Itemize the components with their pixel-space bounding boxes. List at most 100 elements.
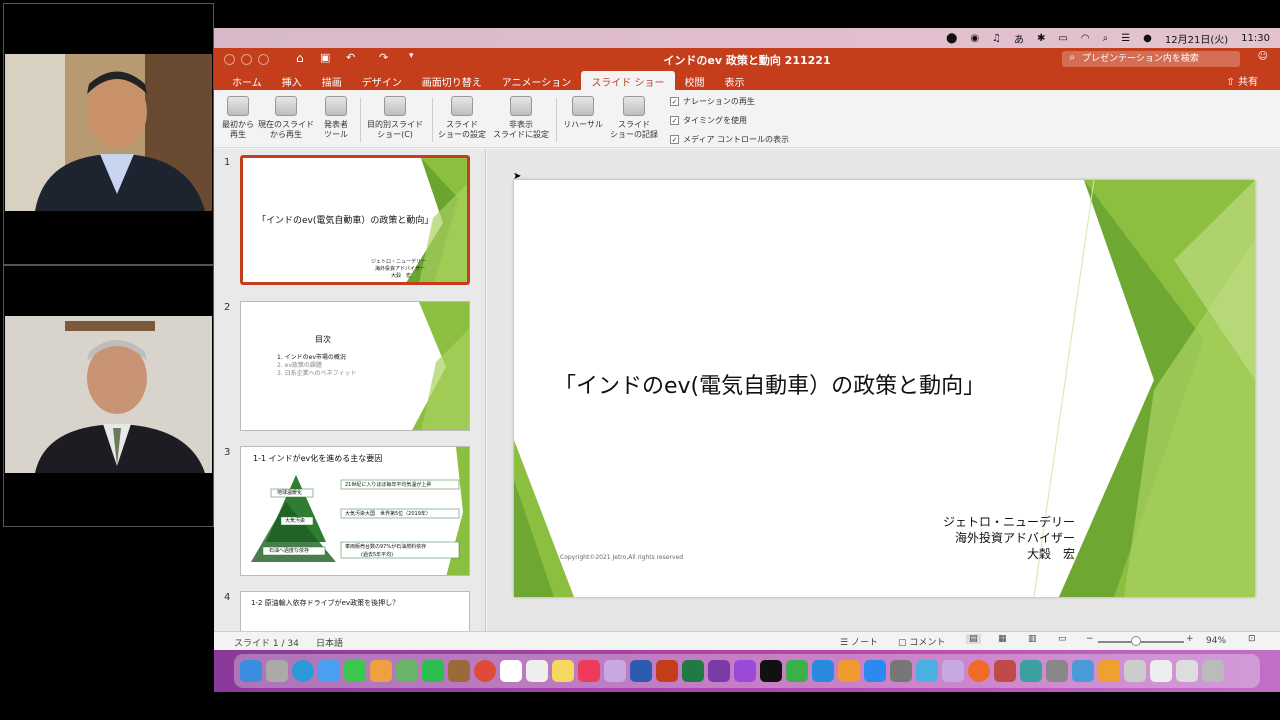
slide-thumbnail-2[interactable]: 目次 1. インドのev市場の概況 2. ev政策の課題 3. 日系企業へのベネ… [240, 301, 470, 431]
thumb-1-author-3: 大穀 宏 [391, 273, 412, 279]
record-show-button[interactable]: スライド ショーの記録 [608, 96, 660, 140]
input-method-icon[interactable] [994, 660, 1016, 682]
pages-icon[interactable] [838, 660, 860, 682]
slide-title[interactable]: 「インドのev(電気自動車）の政策と動向」 [554, 368, 985, 400]
mail-icon[interactable] [318, 660, 340, 682]
language-indicator[interactable]: 日本語 [316, 636, 343, 649]
document-icon[interactable] [1150, 660, 1172, 682]
zoom-slider[interactable] [1098, 641, 1184, 643]
current-slide[interactable]: 「インドのev(電気自動車）の政策と動向」 ジェトロ・ニューデリー 海外投資アド… [514, 180, 1255, 597]
calendar-icon[interactable] [500, 660, 522, 682]
zoom-slider-thumb[interactable] [1131, 636, 1141, 646]
facetime-icon[interactable] [422, 660, 444, 682]
tab-insert[interactable]: 挿入 [272, 71, 312, 90]
slide-thumbnail-4[interactable]: 1-2 原油輸入依存ドライブがev政策を後押し？ [240, 591, 470, 631]
share-button[interactable]: ⇧ 共有 [1226, 73, 1258, 88]
use-timings-checkbox[interactable]: ✓ タイミングを使用 [670, 115, 747, 126]
tab-animations[interactable]: アニメーション [492, 71, 582, 90]
wifi-icon[interactable]: ◠ [1081, 33, 1090, 44]
reminders-icon[interactable] [526, 660, 548, 682]
tab-transitions[interactable]: 画面切り替え [412, 71, 492, 90]
tab-review[interactable]: 校閲 [675, 71, 715, 90]
media-controls-checkbox[interactable]: ✓ メディア コントロールの表示 [670, 134, 789, 145]
zoom-out-button[interactable]: − [1086, 634, 1094, 644]
menubar-date[interactable]: 12月21日(火) [1165, 31, 1228, 46]
chrome-icon[interactable] [474, 660, 496, 682]
folder-icon[interactable] [1124, 660, 1146, 682]
launchpad-icon[interactable] [266, 660, 288, 682]
search-input[interactable]: プレゼンテーション内を検索 [1062, 51, 1240, 67]
presenter-view-button[interactable]: 発表者 ツール [318, 96, 354, 140]
slide-thumbnails-pane[interactable]: 1 「インドのev(電気自動車）の政策と動向」 ジェトロ・ニューデリー 海外投資… [214, 149, 486, 631]
comments-button[interactable]: ▢ コメント [898, 635, 945, 648]
app-icon[interactable] [1098, 660, 1120, 682]
word-icon[interactable] [630, 660, 652, 682]
play-narration-checkbox[interactable]: ✓ ナレーションの再生 [670, 96, 755, 107]
menubar-time[interactable]: 11:30 [1241, 33, 1270, 44]
firefox-icon[interactable] [968, 660, 990, 682]
app-icon[interactable] [916, 660, 938, 682]
maps-icon[interactable] [396, 660, 418, 682]
reading-view-icon[interactable]: ▥ [1028, 634, 1037, 644]
slide-sorter-icon[interactable]: ▦ [998, 634, 1007, 644]
numbers-icon[interactable] [786, 660, 808, 682]
spotlight-search-icon[interactable]: ⌕ [1103, 33, 1109, 44]
app-icon[interactable] [1072, 660, 1094, 682]
tab-design[interactable]: デザイン [352, 71, 412, 90]
slide-thumbnail-3[interactable]: 1-1 インドがev化を進める主な要因 地球温暖化 大気汚染 石油へ過度な依存 … [240, 446, 470, 576]
notes-button[interactable]: ☰ ノート [840, 635, 878, 648]
onenote-icon[interactable] [708, 660, 730, 682]
tv-icon[interactable] [760, 660, 782, 682]
control-center-icon[interactable]: ☰ [1121, 33, 1130, 44]
app-icon-2[interactable]: ◉ [970, 33, 979, 44]
thumb-number: 2 [224, 302, 231, 313]
window-icon[interactable] [1176, 660, 1198, 682]
battery-icon[interactable]: ▭ [1058, 33, 1067, 44]
powerpoint-icon[interactable] [656, 660, 678, 682]
tab-view[interactable]: 表示 [715, 71, 755, 90]
app-icon[interactable] [1020, 660, 1042, 682]
tab-home[interactable]: ホーム [222, 71, 272, 90]
zoom-level[interactable]: 94% [1206, 636, 1226, 646]
rehearse-button[interactable]: リハーサル [560, 96, 606, 130]
help-icon[interactable] [604, 660, 626, 682]
slideshow-view-icon[interactable]: ▭ [1058, 634, 1067, 644]
settings-icon[interactable] [890, 660, 912, 682]
app-icon[interactable] [448, 660, 470, 682]
play-from-current-button[interactable]: 現在のスライド から再生 [258, 96, 314, 140]
play-from-start-button[interactable]: 最初から 再生 [220, 96, 256, 140]
setup-show-button[interactable]: スライド ショーの設定 [436, 96, 488, 140]
music-icon[interactable] [578, 660, 600, 682]
trash-icon[interactable] [1202, 660, 1224, 682]
tab-slideshow[interactable]: スライド ショー [581, 71, 675, 90]
thumb-2-item-3: 3. 日系企業へのベネフィット [277, 370, 357, 377]
photos-icon[interactable] [370, 660, 392, 682]
finder-icon[interactable] [240, 660, 262, 682]
slide-author-block[interactable]: ジェトロ・ニューデリー 海外投資アドバイザー 大穀 宏 [943, 514, 1075, 562]
bluetooth-icon[interactable]: ✱ [1037, 33, 1045, 44]
account-icon[interactable]: ☺ [1258, 51, 1268, 62]
notes-app-icon[interactable] [552, 660, 574, 682]
appstore-icon[interactable] [864, 660, 886, 682]
excel-icon[interactable] [682, 660, 704, 682]
normal-view-icon[interactable]: ▤ [966, 634, 981, 644]
ime-indicator[interactable]: あ [1014, 31, 1024, 46]
zoom-in-button[interactable]: + [1186, 634, 1194, 644]
app-icon[interactable] [1046, 660, 1068, 682]
fit-to-window-icon[interactable]: ⊡ [1248, 634, 1256, 644]
siri-icon[interactable]: ● [1143, 33, 1152, 44]
help-icon[interactable] [942, 660, 964, 682]
headphone-icon[interactable]: ♫ [992, 33, 1001, 44]
keynote-icon[interactable] [812, 660, 834, 682]
podcasts-icon[interactable] [734, 660, 756, 682]
slide-editor-canvas[interactable]: 「インドのev(電気自動車）の政策と動向」 ジェトロ・ニューデリー 海外投資アド… [487, 149, 1280, 631]
tab-draw[interactable]: 描画 [312, 71, 352, 90]
custom-show-button[interactable]: 目的別スライド ショー(C) [364, 96, 426, 140]
participant-1-image [5, 54, 212, 211]
slide-thumbnail-1[interactable]: 「インドのev(電気自動車）の政策と動向」 ジェトロ・ニューデリー 海外投資アド… [240, 155, 470, 285]
hide-slide-button[interactable]: 非表示 スライドに設定 [492, 96, 550, 140]
messages-icon[interactable] [344, 660, 366, 682]
green-decoration [412, 302, 469, 430]
safari-icon[interactable] [292, 660, 314, 682]
app-icon-1[interactable]: ⬤ [946, 33, 957, 44]
